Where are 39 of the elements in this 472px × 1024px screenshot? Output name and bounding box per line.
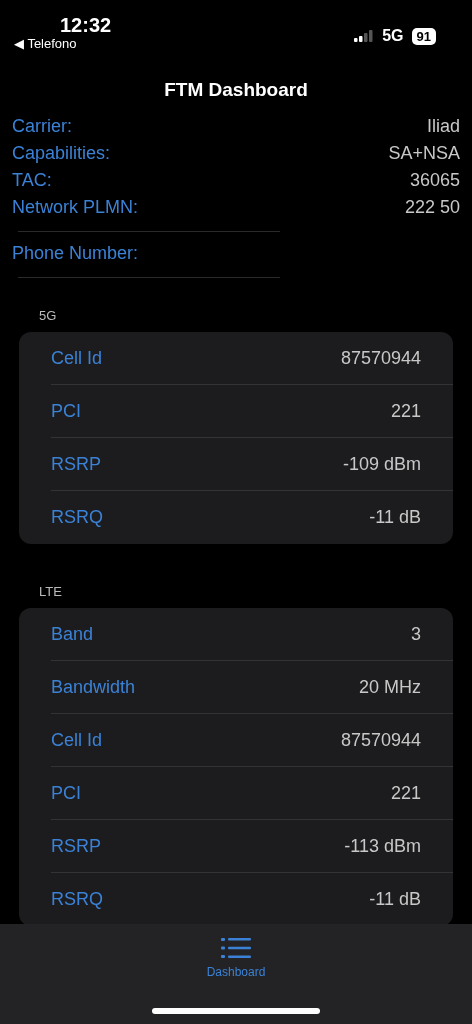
info-label: Phone Number: <box>12 242 139 265</box>
info-value: 36065 <box>409 169 460 192</box>
info-label: Capabilities: <box>12 142 111 165</box>
row-label: RSRP <box>51 835 101 857</box>
row-value: 87570944 <box>340 729 421 751</box>
list-icon <box>221 937 251 959</box>
row-label: Band <box>51 623 94 645</box>
row-label: PCI <box>51 782 81 804</box>
row-label: Bandwidth <box>51 676 136 698</box>
row-label: RSRQ <box>51 889 103 910</box>
row-label: RSRP <box>51 453 101 475</box>
info-value: Iliad <box>426 115 460 138</box>
battery-level: 91 <box>411 27 436 45</box>
info-value: SA+NSA <box>388 142 460 165</box>
row-value: 20 MHz <box>359 676 421 698</box>
row-value: -11 dB <box>369 507 421 528</box>
row-value: 221 <box>390 400 421 422</box>
info-label: Carrier: <box>12 115 72 138</box>
screen-title: FTM Dashboard <box>163 78 309 102</box>
info-label: TAC: <box>12 169 52 192</box>
network-type: 5G <box>382 27 404 45</box>
back-link[interactable]: ◀ Telefono <box>14 36 112 52</box>
row-value: 3 <box>411 623 421 645</box>
row-label: PCI <box>51 400 81 422</box>
row-value: -109 dBm <box>342 453 421 475</box>
section-header: 5G <box>38 308 58 325</box>
row-label: RSRQ <box>51 507 103 528</box>
row-label: Cell Id <box>51 347 103 369</box>
row-value: 87570944 <box>340 347 421 369</box>
tab[interactable]: Dashboard <box>200 936 272 980</box>
row-value: -113 dBm <box>344 835 421 857</box>
row-label: Cell Id <box>51 729 103 751</box>
signal-icon <box>354 30 375 42</box>
info-value: 222 50 <box>404 196 460 219</box>
row-value: 221 <box>390 782 421 804</box>
row-value: -11 dB <box>369 889 421 910</box>
info-label: Network PLMN: <box>12 196 139 219</box>
section-header: LTE <box>38 584 63 601</box>
status-time: 12:32 <box>60 14 112 36</box>
